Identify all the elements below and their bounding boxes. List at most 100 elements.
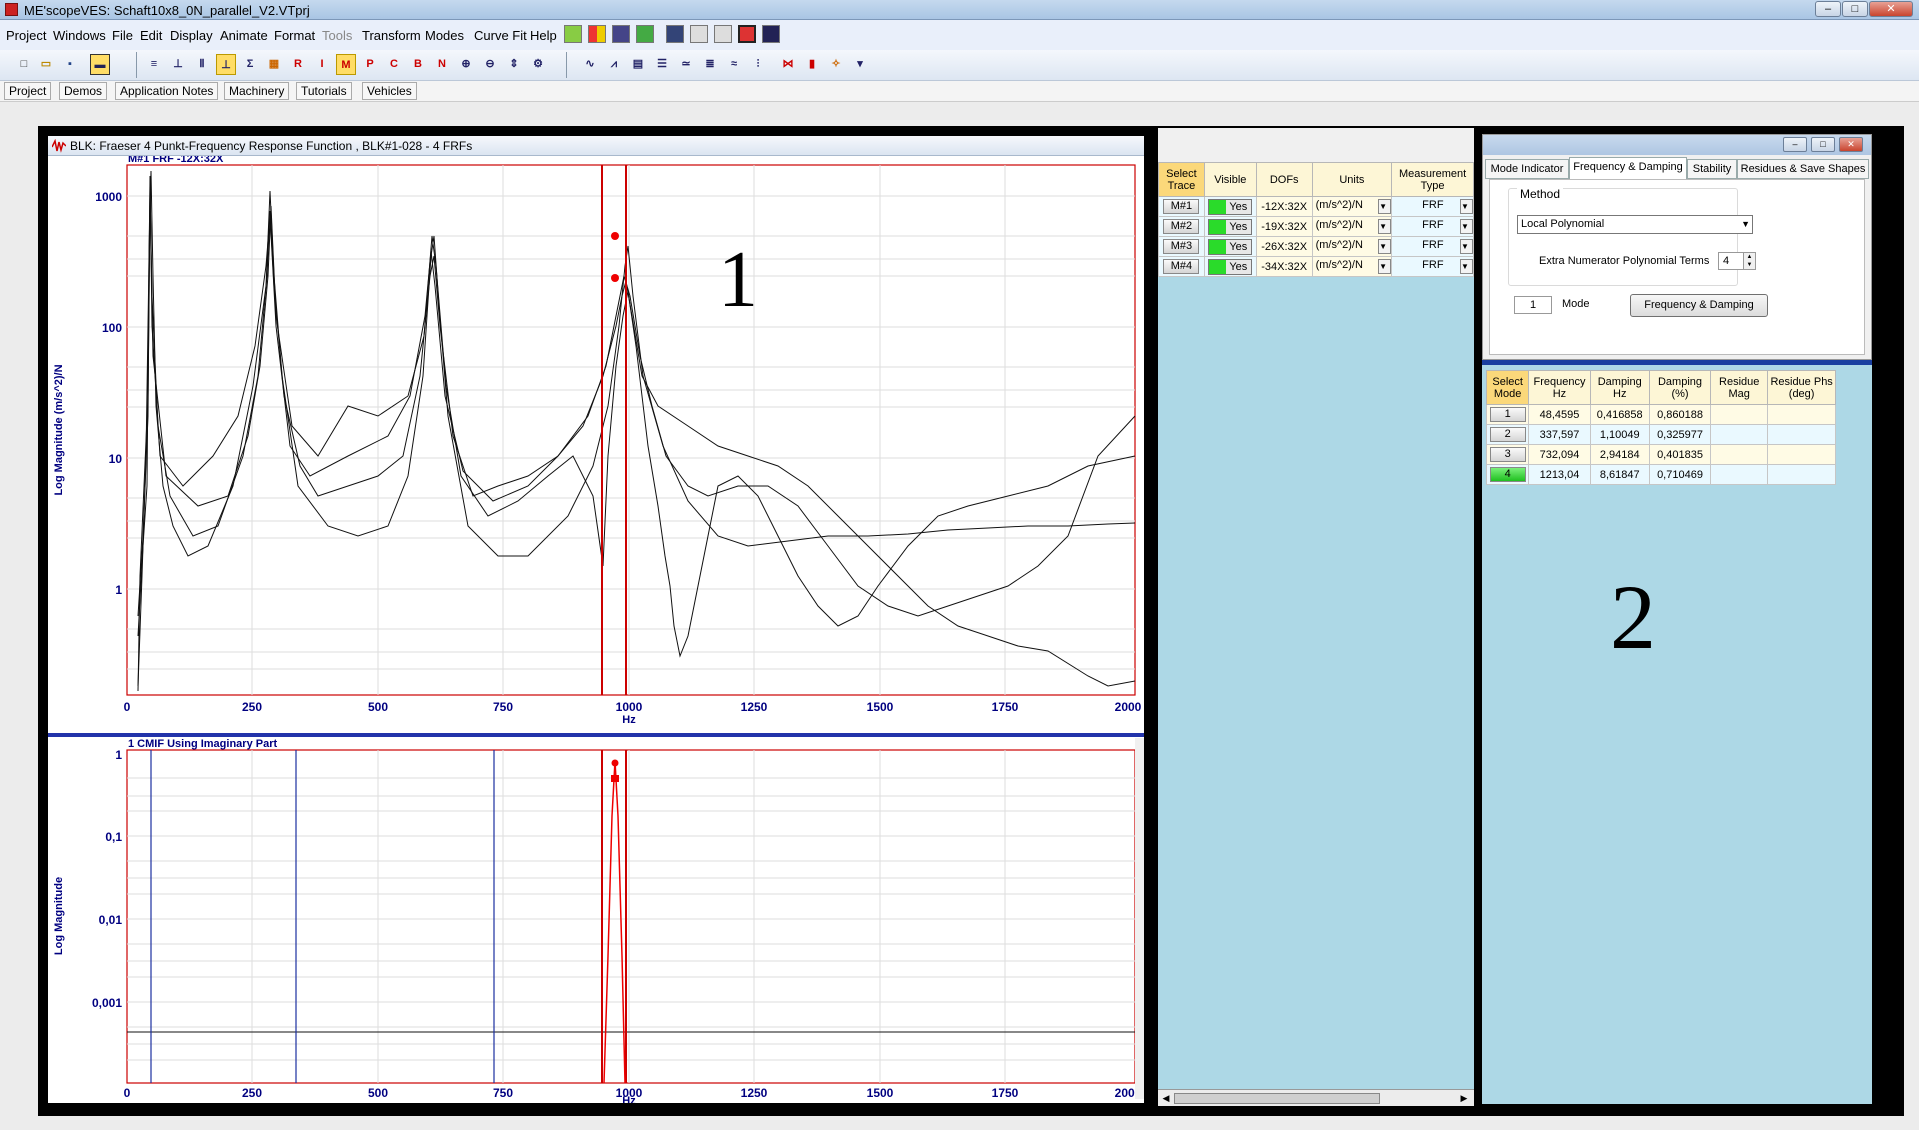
curve-fit-caption[interactable]: – □ ✕ [1483, 135, 1871, 155]
list-icon[interactable]: ≡ [144, 54, 164, 75]
header-select-mode[interactable]: Select Mode [1485, 370, 1530, 405]
cf-minimize-button[interactable]: – [1783, 137, 1807, 152]
visible-toggle[interactable]: Yes [1208, 258, 1253, 275]
select-mode-button[interactable]: 1 [1489, 407, 1526, 422]
export-icon[interactable] [762, 25, 780, 43]
header-damping-pct[interactable]: Damping (%) [1648, 370, 1712, 405]
save-icon[interactable] [666, 25, 684, 43]
config-icon[interactable]: ⚙ [528, 54, 548, 75]
tab-stability[interactable]: Stability [1687, 159, 1737, 179]
type-cell[interactable]: FRF ▼ [1391, 236, 1474, 257]
header-damping-hz[interactable]: Damping Hz [1589, 370, 1650, 405]
visible-toggle[interactable]: Yes [1208, 218, 1253, 235]
menu-modes[interactable]: Modes [425, 28, 464, 43]
display-icon[interactable]: ▬ [90, 54, 110, 75]
color-icon[interactable] [588, 25, 606, 43]
minimize-button[interactable]: – [1815, 1, 1841, 17]
magnitude-icon[interactable]: M [336, 54, 356, 75]
method-select[interactable]: Local Polynomial ▼ [1517, 215, 1753, 234]
menu-windows[interactable]: Windows [53, 28, 106, 43]
zoom-out-icon[interactable]: ⊖ [480, 54, 500, 75]
phase-icon[interactable]: P [360, 54, 380, 75]
cf-maximize-button[interactable]: □ [1811, 137, 1835, 152]
plot-divider[interactable] [48, 733, 1144, 737]
grid-icon[interactable] [612, 25, 630, 43]
type-cell[interactable]: FRF ▼ [1391, 216, 1474, 237]
select-mode-button[interactable]: 4 [1489, 467, 1526, 482]
window-icon[interactable] [636, 25, 654, 43]
header-units[interactable]: Units [1311, 162, 1393, 197]
tab-residues-save-shapes[interactable]: Residues & Save Shapes [1737, 159, 1869, 179]
extra-terms-stepper[interactable]: 4 ▲ ▼ [1718, 252, 1756, 270]
units-dropdown-icon[interactable]: ▼ [1378, 239, 1392, 254]
units-cell[interactable]: (m/s^2)/N ▼ [1311, 216, 1393, 237]
menu-help[interactable]: Help [530, 28, 557, 43]
bars-icon[interactable]: Ⅱ [192, 54, 212, 75]
units-cell[interactable]: (m/s^2)/N ▼ [1311, 256, 1393, 277]
type-cell[interactable]: FRF ▼ [1391, 256, 1474, 277]
select-mode-button[interactable]: 3 [1489, 447, 1526, 462]
scroll-right-icon[interactable]: ▶ [1458, 1092, 1470, 1104]
trace-table-scrollbar[interactable]: ◀ ▶ [1158, 1089, 1474, 1106]
close-button[interactable]: ✕ [1869, 1, 1913, 17]
nyquist-icon[interactable]: N [432, 54, 452, 75]
scroll-left-icon[interactable]: ◀ [1160, 1092, 1172, 1104]
menu-edit[interactable]: Edit [140, 28, 162, 43]
coquad-icon[interactable]: C [384, 54, 404, 75]
link-tutorials[interactable]: Tutorials [296, 82, 352, 100]
select-trace-button[interactable]: M#1 [1163, 199, 1200, 214]
data-block-title-bar[interactable]: BLK: Fraeser 4 Punkt-Frequency Response … [48, 136, 1144, 156]
link-application-notes[interactable]: Application Notes [115, 82, 219, 100]
link-project[interactable]: Project [4, 82, 52, 100]
chart-icon[interactable] [564, 25, 582, 43]
units-dropdown-icon[interactable]: ▼ [1378, 259, 1392, 274]
type-cell[interactable]: FRF ▼ [1391, 196, 1474, 217]
axis-icon[interactable]: ⊥ [168, 54, 188, 75]
select-mode-button[interactable]: 2 [1489, 427, 1526, 442]
stepper-arrows-icon[interactable]: ▲ ▼ [1743, 253, 1755, 269]
menu-file[interactable]: File [112, 28, 133, 43]
visible-toggle[interactable]: Yes [1208, 238, 1253, 255]
zoom-in-icon[interactable]: ⊕ [456, 54, 476, 75]
header-select-trace[interactable]: Select Trace [1158, 162, 1205, 197]
link-vehicles[interactable]: Vehicles [362, 82, 417, 100]
type-dropdown-icon[interactable]: ▼ [1460, 239, 1473, 254]
select-trace-button[interactable]: M#3 [1163, 239, 1200, 254]
select-trace-button[interactable]: M#4 [1163, 259, 1200, 274]
frame-icon[interactable] [738, 25, 756, 43]
save-file-icon[interactable]: ▪ [60, 54, 80, 75]
menu-format[interactable]: Format [274, 28, 315, 43]
maximize-button[interactable]: □ [1842, 1, 1868, 17]
visible-toggle[interactable]: Yes [1208, 198, 1253, 215]
wave-icon[interactable]: ≈ [724, 54, 744, 75]
units-dropdown-icon[interactable]: ▼ [1378, 219, 1392, 234]
menu-animate[interactable]: Animate [220, 28, 268, 43]
pane-divider[interactable] [1482, 360, 1872, 365]
type-dropdown-icon[interactable]: ▼ [1460, 199, 1473, 214]
sort-icon[interactable]: ≣ [700, 54, 720, 75]
type-dropdown-icon[interactable]: ▼ [1460, 259, 1473, 274]
more-icon[interactable]: ▾ [850, 54, 870, 75]
cursor-icon[interactable]: ⊥ [216, 54, 236, 75]
mode-icon[interactable]: ⋈ [778, 54, 798, 75]
scale-icon[interactable]: ⇕ [504, 54, 524, 75]
frequency-damping-button[interactable]: Frequency & Damping [1630, 294, 1768, 317]
header-dofs[interactable]: DOFs [1255, 162, 1313, 197]
header-frequency-hz[interactable]: Frequency Hz [1528, 370, 1591, 405]
rows-icon[interactable]: ☰ [652, 54, 672, 75]
histogram-icon[interactable]: ▮ [802, 54, 822, 75]
menu-project[interactable]: Project [6, 28, 46, 43]
select-trace-button[interactable]: M#2 [1163, 219, 1200, 234]
cycle-icon[interactable] [714, 25, 732, 43]
header-measurement-type[interactable]: Measurement Type [1391, 162, 1474, 197]
new-file-icon[interactable]: □ [14, 54, 34, 75]
lower-scrollbar[interactable] [1135, 738, 1144, 1099]
tab-mode-indicator[interactable]: Mode Indicator [1485, 159, 1569, 179]
menu-tools[interactable]: Tools [322, 28, 352, 43]
type-dropdown-icon[interactable]: ▼ [1460, 219, 1473, 234]
units-dropdown-icon[interactable]: ▼ [1378, 199, 1392, 214]
stack-icon[interactable]: ▤ [628, 54, 648, 75]
tools-icon[interactable]: ✧ [826, 54, 846, 75]
header-residue-mag[interactable]: Residue Mag [1710, 370, 1769, 405]
menu-display[interactable]: Display [170, 28, 213, 43]
